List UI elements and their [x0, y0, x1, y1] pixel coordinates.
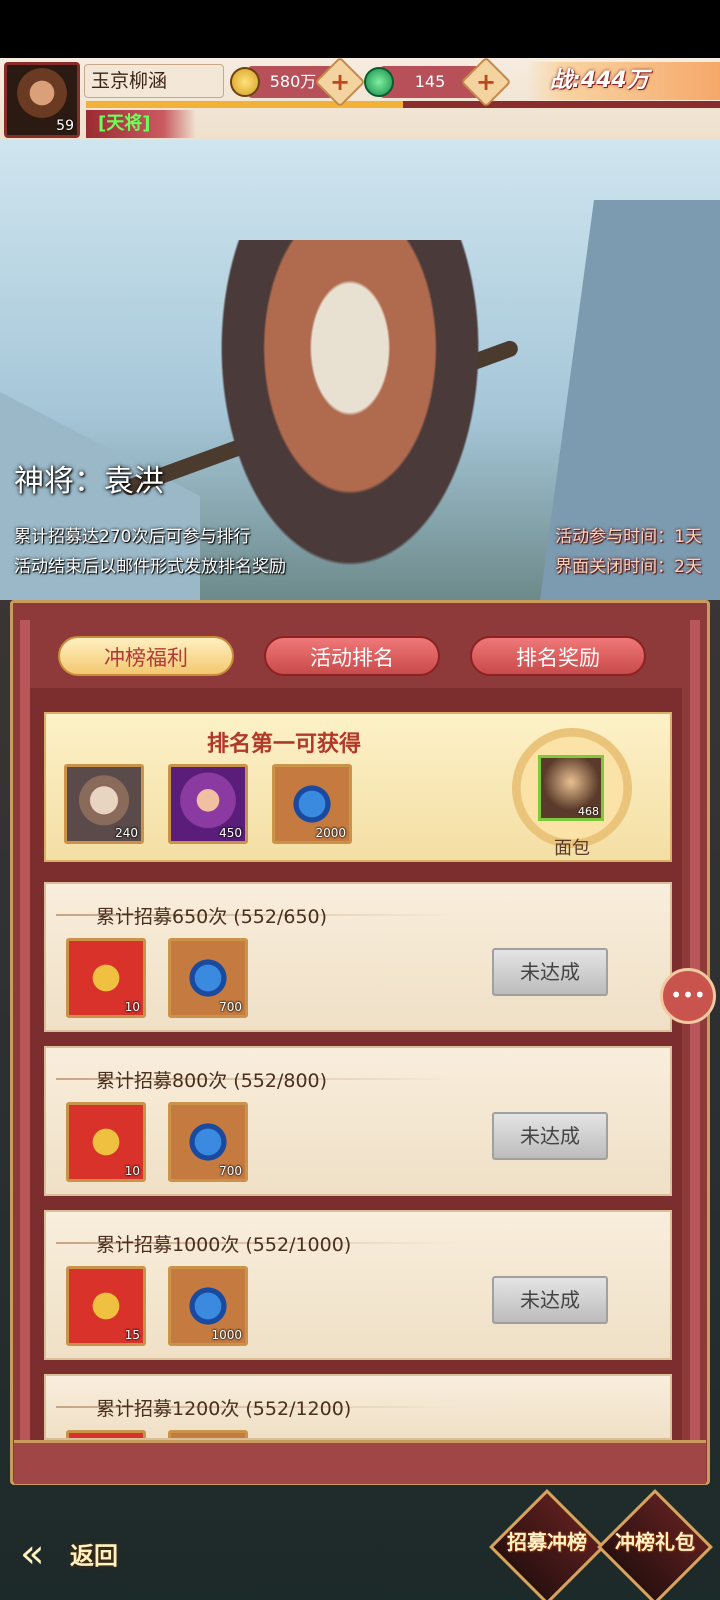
blue-gem-icon[interactable]: 700: [168, 1102, 248, 1182]
blue-gem-icon[interactable]: 1000: [168, 1266, 248, 1346]
panel-pillar-left: [20, 620, 30, 1450]
claim-button[interactable]: 未达成: [492, 1276, 608, 1324]
top-player-avatar[interactable]: 468: [538, 755, 604, 821]
item-count: 450: [219, 826, 242, 840]
status-bar: [0, 0, 720, 58]
panel-footer: [14, 1440, 706, 1484]
tab-activity-ranking[interactable]: 活动排名: [264, 636, 440, 676]
list-item: 累计招募650次 (552/650) 10 700 未达成: [44, 882, 672, 1032]
close-time-text: 界面关闭时间：2天: [555, 557, 702, 577]
item-count: 10: [124, 1164, 140, 1178]
list-item: 累计招募800次 (552/800) 10 700 未达成: [44, 1046, 672, 1196]
back-button[interactable]: « 返回: [20, 1526, 160, 1582]
item-count: 1000: [211, 1328, 242, 1342]
task-label: 累计招募1000次 (552/1000): [96, 1234, 352, 1256]
player-name: 玉京柳涵: [84, 64, 224, 98]
red-bag-icon[interactable]: 10: [66, 938, 146, 1018]
red-bag-icon[interactable]: [66, 1430, 146, 1438]
tab-rank-welfare[interactable]: 冲榜福利: [58, 636, 234, 676]
top-player-name: 面包: [554, 838, 590, 859]
reward-mail-text: 活动结束后以邮件形式发放排名奖励: [14, 557, 286, 577]
tab-ranking-rewards[interactable]: 排名奖励: [470, 636, 646, 676]
player-avatar[interactable]: 59: [4, 62, 80, 138]
task-label: 累计招募650次 (552/650): [96, 906, 328, 928]
jade-icon: [364, 67, 394, 97]
xp-fill: [86, 101, 403, 108]
red-bag-icon[interactable]: 15: [66, 1266, 146, 1346]
back-label: 返回: [70, 1542, 118, 1570]
item-count: 700: [219, 1164, 242, 1178]
rank-gift-button[interactable]: 冲榜礼包: [600, 1526, 710, 1555]
blue-gem-icon[interactable]: 2000: [272, 764, 352, 844]
item-count: 2000: [315, 826, 346, 840]
blue-gem-icon[interactable]: [168, 1430, 248, 1438]
chat-button[interactable]: •••: [660, 968, 716, 1024]
item-count: 240: [115, 826, 138, 840]
chat-bubble-icon: •••: [670, 983, 706, 1007]
combat-power: 战:444万: [526, 62, 720, 100]
plus-icon: +: [329, 68, 351, 96]
hero-name: 神将：袁洪: [14, 464, 164, 499]
claim-button[interactable]: 未达成: [492, 1112, 608, 1160]
recruit-requirement-text: 累计招募达270次后可参与排行: [14, 527, 251, 547]
top-player-level: 468: [578, 805, 599, 818]
player-level: 59: [56, 118, 74, 134]
gold-coin-icon: [230, 67, 260, 97]
player-rank-title: [天将]: [86, 110, 196, 138]
hero-fragment-icon[interactable]: 240: [64, 764, 144, 844]
purple-hero-fragment-icon[interactable]: 450: [168, 764, 248, 844]
xp-bar: [86, 101, 720, 108]
plus-icon: +: [475, 68, 497, 96]
item-count: 700: [219, 1000, 242, 1014]
blue-gem-icon[interactable]: 700: [168, 938, 248, 1018]
list-item: 累计招募1000次 (552/1000) 15 1000 未达成: [44, 1210, 672, 1360]
task-label: 累计招募1200次 (552/1200): [96, 1398, 352, 1420]
item-count: 15: [124, 1328, 140, 1342]
first-place-title: 排名第一可获得: [206, 732, 361, 757]
task-label: 累计招募800次 (552/800): [96, 1070, 328, 1092]
recruit-rank-button[interactable]: 招募冲榜: [492, 1526, 602, 1555]
item-count: 10: [124, 1000, 140, 1014]
red-bag-icon[interactable]: 10: [66, 1102, 146, 1182]
back-arrow-icon: «: [20, 1531, 45, 1577]
activity-time-text: 活动参与时间：1天: [555, 527, 702, 547]
claim-button[interactable]: 未达成: [492, 948, 608, 996]
list-item: 累计招募1200次 (552/1200): [44, 1374, 672, 1440]
panel-pillar-right: [690, 620, 700, 1450]
